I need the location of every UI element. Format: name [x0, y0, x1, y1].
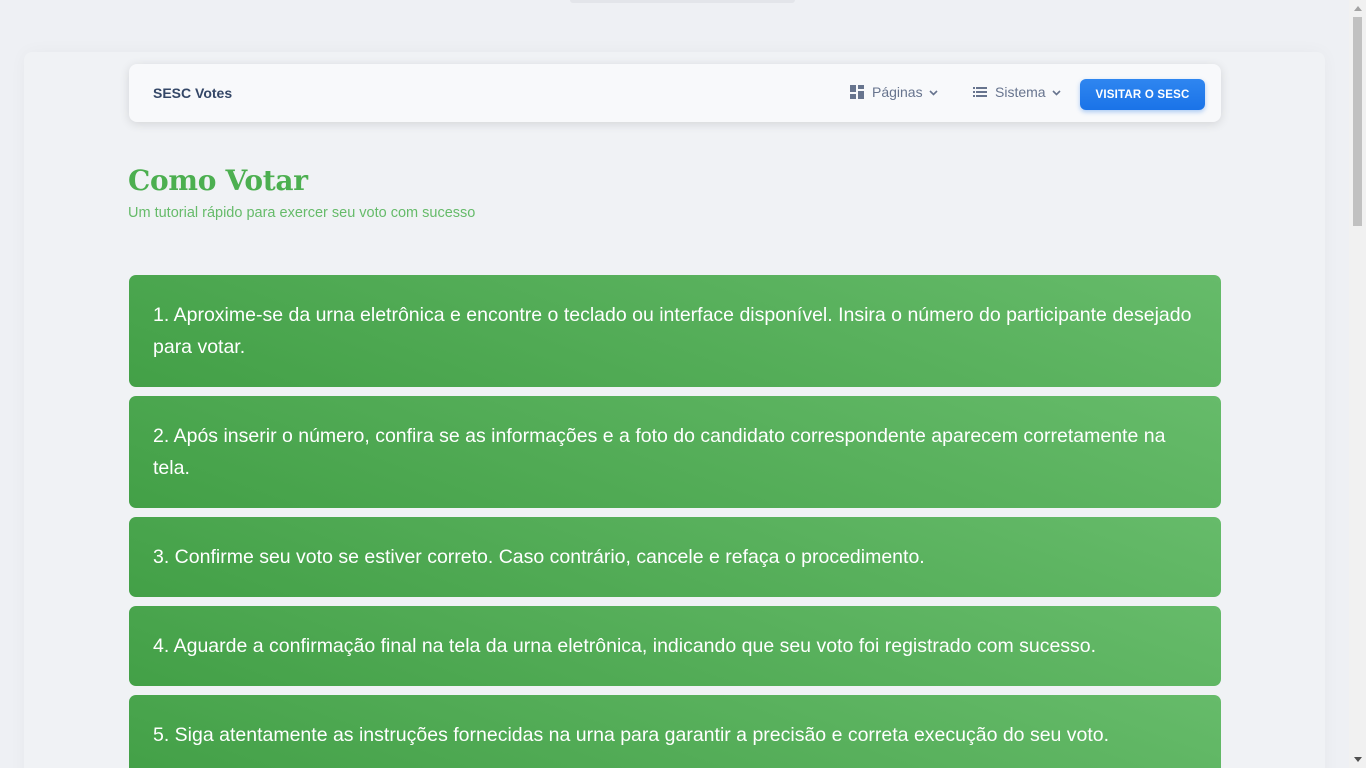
step-card: 3. Confirme seu voto se estiver correto.…: [129, 517, 1221, 597]
page-subtitle: Um tutorial rápido para exercer seu voto…: [128, 205, 476, 221]
list-icon: [973, 85, 987, 99]
brand-link[interactable]: SESC Votes: [153, 85, 232, 101]
nav-pages-label: Páginas: [872, 84, 923, 100]
step-card: 2. Após inserir o número, confira se as …: [129, 396, 1221, 508]
step-text: 5. Siga atentamente as instruções fornec…: [153, 724, 1110, 746]
step-text: 4. Aguarde a confirmação final na tela d…: [153, 635, 1097, 657]
nav-dropdown-pages[interactable]: Páginas: [850, 84, 938, 100]
page-title: Como Votar: [128, 164, 308, 197]
chevron-down-icon: [929, 88, 938, 97]
step-text: 1. Aproxime-se da urna eletrônica e enco…: [153, 304, 1192, 358]
step-text: 2. Após inserir o número, confira se as …: [153, 425, 1166, 479]
navbar: SESC Votes Páginas Sistema VISITAR O SES…: [129, 64, 1221, 122]
visit-sesc-button[interactable]: VISITAR O SESC: [1080, 79, 1205, 110]
top-decoration: [570, 0, 795, 3]
scroll-up-arrow-icon[interactable]: [1349, 0, 1366, 17]
steps-list: 1. Aproxime-se da urna eletrônica e enco…: [129, 275, 1221, 768]
nav-dropdown-system[interactable]: Sistema: [973, 84, 1061, 100]
vertical-scrollbar[interactable]: [1349, 0, 1366, 768]
step-text: 3. Confirme seu voto se estiver correto.…: [153, 546, 925, 568]
nav-system-label: Sistema: [995, 84, 1046, 100]
dashboard-icon: [850, 85, 864, 99]
page-viewport: SESC Votes Páginas Sistema VISITAR O SES…: [0, 0, 1366, 768]
chevron-down-icon: [1052, 88, 1061, 97]
step-card: 1. Aproxime-se da urna eletrônica e enco…: [129, 275, 1221, 387]
scrollbar-thumb[interactable]: [1353, 17, 1362, 226]
step-card: 5. Siga atentamente as instruções fornec…: [129, 695, 1221, 768]
step-card: 4. Aguarde a confirmação final na tela d…: [129, 606, 1221, 686]
scroll-down-arrow-icon[interactable]: [1349, 751, 1366, 768]
